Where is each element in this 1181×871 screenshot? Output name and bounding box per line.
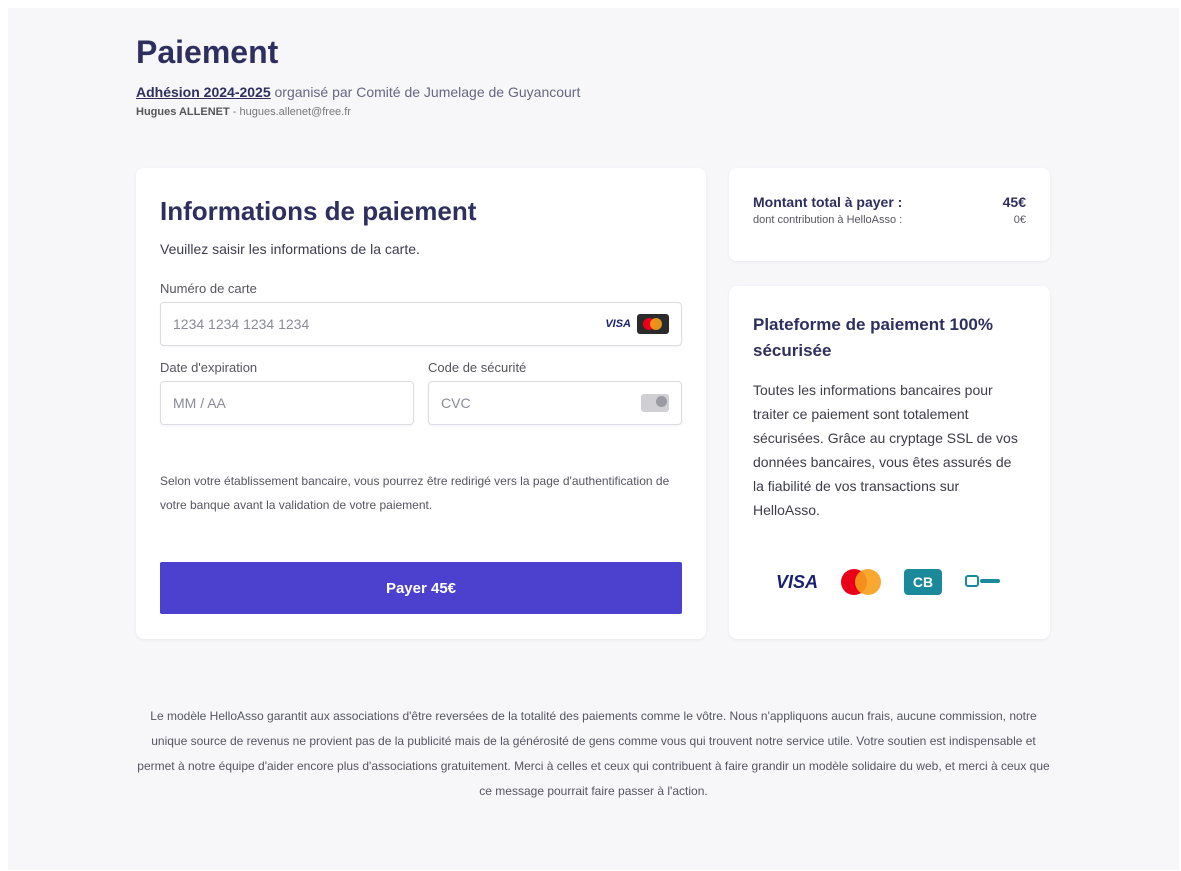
card-brands: VISA xyxy=(605,314,669,334)
card-number-label: Numéro de carte xyxy=(160,281,257,296)
visa-icon: VISA xyxy=(605,318,631,330)
page: Paiement Adhésion 2024-2025 organisé par… xyxy=(8,8,1179,870)
cvc-card-icon xyxy=(641,394,669,412)
campaign-link[interactable]: Adhésion 2024-2025 xyxy=(136,84,271,100)
card-number-field[interactable]: 1234 1234 1234 1234 VISA xyxy=(160,302,682,346)
card-number-placeholder: 1234 1234 1234 1234 xyxy=(173,316,310,332)
cvc-field[interactable]: CVC xyxy=(428,381,682,425)
secure-text: Toutes les informations bancaires pour t… xyxy=(753,382,1018,518)
payment-card: Informations de paiement Veuillez saisir… xyxy=(136,168,706,639)
mastercard-icon xyxy=(840,569,881,595)
visa-icon: VISA xyxy=(775,571,818,592)
cb-icon: CB xyxy=(903,569,942,595)
authentication-note: Selon votre établissement bancaire, vous… xyxy=(160,474,670,512)
campaign-line: Adhésion 2024-2025 organisé par Comité d… xyxy=(136,84,836,100)
payment-subtitle: Veuillez saisir les informations de la c… xyxy=(160,241,420,257)
expiry-placeholder: MM / AA xyxy=(173,395,226,411)
page-header: Paiement Adhésion 2024-2025 organisé par… xyxy=(136,32,836,118)
expiry-label: Date d'expiration xyxy=(160,360,258,375)
card-network-icon xyxy=(964,573,1003,591)
total-card: Montant total à payer : 45€ dont contrib… xyxy=(729,168,1050,261)
footer-text: Le modèle HelloAsso garantit aux associa… xyxy=(137,709,1050,798)
secure-card: Plateforme de paiement 100% sécurisée To… xyxy=(729,286,1050,639)
mastercard-icon xyxy=(637,314,669,334)
cvc-label: Code de sécurité xyxy=(428,360,527,375)
total-value: 45€ xyxy=(1002,194,1026,210)
pay-button[interactable]: Payer 45€ xyxy=(160,562,682,614)
user-name: Hugues ALLENET xyxy=(136,106,230,118)
payment-logos: VISA CB xyxy=(753,569,1026,595)
user-email: - hugues.allenet@free.fr xyxy=(229,106,351,118)
contribution-label: dont contribution à HelloAsso : xyxy=(753,214,903,226)
contribution-value: 0€ xyxy=(1013,214,1026,226)
cvc-placeholder: CVC xyxy=(441,395,471,411)
payment-title: Informations de paiement xyxy=(160,196,477,226)
organizer-text: organisé par Comité de Jumelage de Guyan… xyxy=(270,84,581,100)
page-title: Paiement xyxy=(136,34,279,70)
user-info: Hugues ALLENET - hugues.allenet@free.fr xyxy=(136,106,836,118)
expiry-field[interactable]: MM / AA xyxy=(160,381,414,425)
total-label: Montant total à payer : xyxy=(753,194,903,210)
secure-title: Plateforme de paiement 100% sécurisée xyxy=(753,315,993,360)
